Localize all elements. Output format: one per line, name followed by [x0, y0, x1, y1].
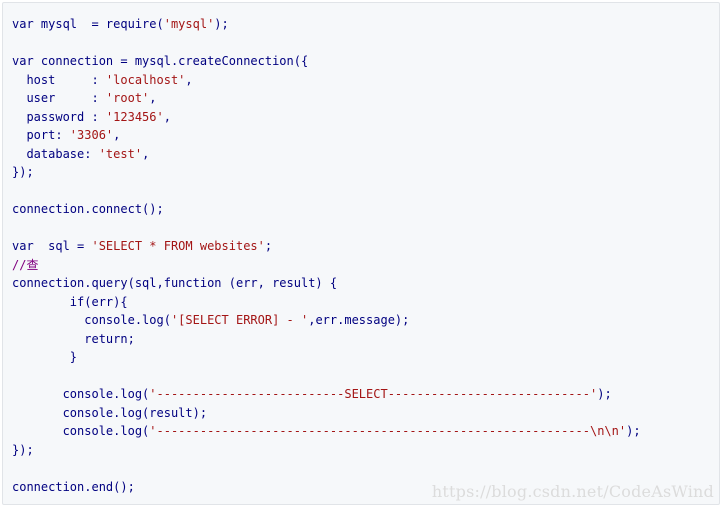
code-token: ,err.message);	[308, 313, 410, 327]
code-line: password : '123456',	[12, 108, 641, 127]
code-token: console.log(result);	[12, 405, 208, 420]
code-token: ,	[149, 91, 157, 105]
code-line: user : 'root',	[12, 89, 641, 108]
code-content: var mysql = require('mysql'); var connect…	[12, 15, 641, 496]
string-token: 'SELECT * FROM websites'	[91, 239, 265, 253]
string-token: '123456'	[105, 109, 164, 124]
code-token: var sql =	[12, 239, 92, 253]
code-token: if(err){	[12, 294, 128, 309]
code-token: ,	[142, 146, 150, 161]
code-line: var connection = mysql.createConnection(…	[12, 52, 641, 71]
code-line: database: 'test',	[12, 145, 641, 164]
code-token: port:	[12, 128, 70, 142]
code-token: connection.connect();	[12, 202, 164, 216]
code-token: );	[597, 387, 612, 401]
comment-token: //查	[12, 257, 39, 272]
code-token: database:	[12, 146, 99, 161]
code-token: ,	[113, 128, 121, 142]
string-token: 'test'	[98, 146, 143, 161]
code-line: connection.connect();	[12, 200, 641, 219]
code-line: if(err){	[12, 293, 641, 312]
code-token: ;	[264, 239, 273, 253]
string-token: 'root'	[105, 91, 150, 105]
code-token: console.log(	[12, 424, 150, 438]
code-line: console.log(result);	[12, 404, 641, 423]
code-token: connection.query(sql,function (err, resu…	[12, 276, 338, 290]
string-token: '---------------------------------------…	[149, 424, 627, 438]
code-line: var mysql = require('mysql');	[12, 15, 641, 34]
code-line: connection.query(sql,function (err, resu…	[12, 274, 641, 293]
code-line: }	[12, 348, 641, 367]
code-block: var mysql = require('mysql'); var connect…	[2, 2, 720, 505]
string-token: '3306'	[69, 128, 114, 142]
code-token: );	[626, 424, 641, 438]
watermark: https://blog.csdn.net/CodeAsWind	[431, 482, 714, 501]
code-token: host :	[12, 72, 106, 87]
code-token: ,	[163, 109, 171, 124]
code-line: port: '3306',	[12, 126, 641, 145]
code-token: user :	[12, 91, 106, 105]
code-token: ,	[185, 72, 193, 87]
code-line: });	[12, 441, 641, 460]
code-line: });	[12, 163, 641, 182]
code-token: );	[214, 17, 229, 31]
code-line: return;	[12, 330, 641, 349]
code-line: console.log('---------------------------…	[12, 422, 641, 441]
code-token: });	[12, 442, 34, 457]
code-token: return;	[12, 331, 135, 346]
code-line: console.log('[SELECT ERROR] - ',err.mess…	[12, 311, 641, 330]
code-token: var connection = mysql.createConnection(…	[12, 54, 309, 68]
string-token: 'localhost'	[105, 72, 186, 87]
code-token: });	[12, 165, 34, 179]
code-token: connection.end();	[12, 479, 135, 494]
code-token: }	[12, 350, 78, 364]
code-token: console.log(	[12, 387, 150, 401]
code-token: console.log(	[12, 313, 171, 327]
code-line: console.log('--------------------------S…	[12, 385, 641, 404]
code-line: var sql = 'SELECT * FROM websites';	[12, 237, 641, 256]
code-token: var mysql = require(	[12, 17, 164, 31]
code-token: password :	[12, 109, 106, 124]
string-token: '--------------------------SELECT-------…	[149, 387, 598, 401]
code-line: host : 'localhost',	[12, 71, 641, 90]
string-token: '[SELECT ERROR] - '	[170, 313, 309, 327]
code-line: //查	[12, 256, 641, 275]
string-token: 'mysql'	[163, 17, 215, 31]
